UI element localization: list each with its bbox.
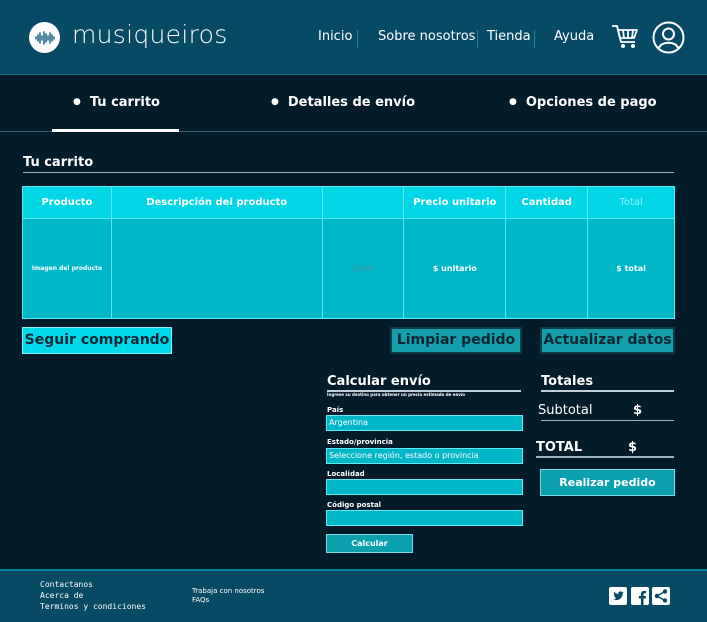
col-descripcion: Descripción del producto: [110, 186, 323, 219]
step-label: Tu carrito: [89, 95, 160, 110]
product-color-cell: Color: [321, 218, 405, 319]
bullet-icon: ●: [73, 97, 81, 107]
step-opciones-pago[interactable]: ● Opciones de pago: [509, 95, 657, 110]
nav-divider: [357, 30, 358, 48]
user-icon[interactable]: [652, 21, 685, 54]
country-label: País: [327, 406, 344, 414]
col-precio-unitario: Precio unitario: [403, 186, 507, 219]
cart-title: Tu carrito: [23, 155, 674, 173]
col-cantidad: Cantidad: [505, 186, 589, 219]
step-label: Opciones de pago: [525, 95, 657, 110]
unit-price-cell: $ unitario: [403, 218, 507, 319]
brand-name[interactable]: musiqueiros: [72, 20, 228, 49]
footer-link-contactanos[interactable]: Contactanos: [40, 580, 93, 589]
col-total: Total: [587, 186, 675, 219]
nav-ayuda[interactable]: Ayuda: [554, 29, 594, 44]
state-select[interactable]: Seleccione región, estado o provincia: [326, 448, 523, 464]
nav-inicio[interactable]: Inicio: [318, 29, 352, 44]
facebook-icon[interactable]: [631, 587, 649, 605]
subtotal-value: $: [633, 403, 643, 418]
total-label: TOTAL: [536, 440, 583, 455]
footer-link-acerca-de[interactable]: Acerca de: [40, 591, 83, 600]
bullet-icon: ●: [271, 97, 279, 107]
quantity-cell[interactable]: [505, 218, 589, 319]
soundwave-icon[interactable]: [29, 22, 60, 53]
calculate-button[interactable]: Calcular: [326, 534, 413, 553]
total-value: $: [628, 440, 638, 455]
footer-link-faqs[interactable]: FAQs: [192, 596, 209, 604]
cart-icon[interactable]: [611, 24, 639, 50]
continue-shopping-button[interactable]: Seguir comprando: [22, 327, 172, 354]
state-label: Estado/provincia: [327, 438, 393, 446]
footer-link-terminos[interactable]: Terminos y condiciones: [40, 602, 146, 611]
site-footer: Contactanos Acerca de Terminos y condici…: [0, 569, 707, 622]
twitter-icon[interactable]: [609, 587, 627, 605]
site-header: musiqueiros Inicio Sobre nosotros Tienda…: [0, 0, 707, 75]
subtotal-label: Subtotal: [538, 403, 593, 418]
footer-link-trabaja[interactable]: Trabaja con nosotros: [192, 587, 264, 595]
table-row: Imagen del producto Color $ unitario $ t…: [22, 218, 675, 319]
table-header-row: Producto Descripción del producto Precio…: [22, 186, 675, 219]
total-divider: [536, 456, 674, 458]
share-icon[interactable]: [652, 587, 670, 605]
checkout-steps: ● Tu carrito ● Detalles de envío ● Opciones…: [0, 76, 707, 132]
product-image-cell[interactable]: Imagen del producto: [22, 218, 112, 319]
city-label: Localidad: [327, 470, 365, 478]
col-producto: Producto: [22, 186, 112, 219]
clear-order-button[interactable]: Limpiar pedido: [390, 327, 522, 354]
nav-tienda[interactable]: Tienda: [487, 29, 531, 44]
step-tu-carrito[interactable]: ● Tu carrito: [73, 95, 160, 110]
nav-divider: [534, 30, 535, 48]
row-total-cell: $ total: [587, 218, 675, 319]
bullet-icon: ●: [509, 97, 517, 107]
cart-table: Producto Descripción del producto Precio…: [22, 186, 675, 319]
subtotal-divider: [541, 420, 674, 421]
postal-code-input[interactable]: [326, 510, 523, 526]
col-color: [321, 186, 405, 219]
city-input[interactable]: [326, 479, 523, 495]
shipping-subtitle: Ingrese su destino para obtener un preci…: [327, 392, 466, 397]
postal-code-label: Código postal: [327, 501, 382, 509]
active-step-indicator: [52, 129, 179, 132]
update-data-button[interactable]: Actualizar datos: [540, 327, 675, 354]
nav-divider: [477, 30, 478, 48]
totals-title: Totales: [541, 374, 674, 392]
step-label: Detalles de envío: [287, 95, 416, 110]
country-select[interactable]: Argentina: [326, 415, 523, 431]
product-description-cell: [110, 218, 323, 319]
shipping-title: Calcular envío: [327, 374, 521, 392]
step-detalles-envio[interactable]: ● Detalles de envío: [271, 95, 415, 110]
place-order-button[interactable]: Realizar pedido: [540, 469, 675, 496]
nav-sobre-nosotros[interactable]: Sobre nosotros: [378, 29, 475, 44]
